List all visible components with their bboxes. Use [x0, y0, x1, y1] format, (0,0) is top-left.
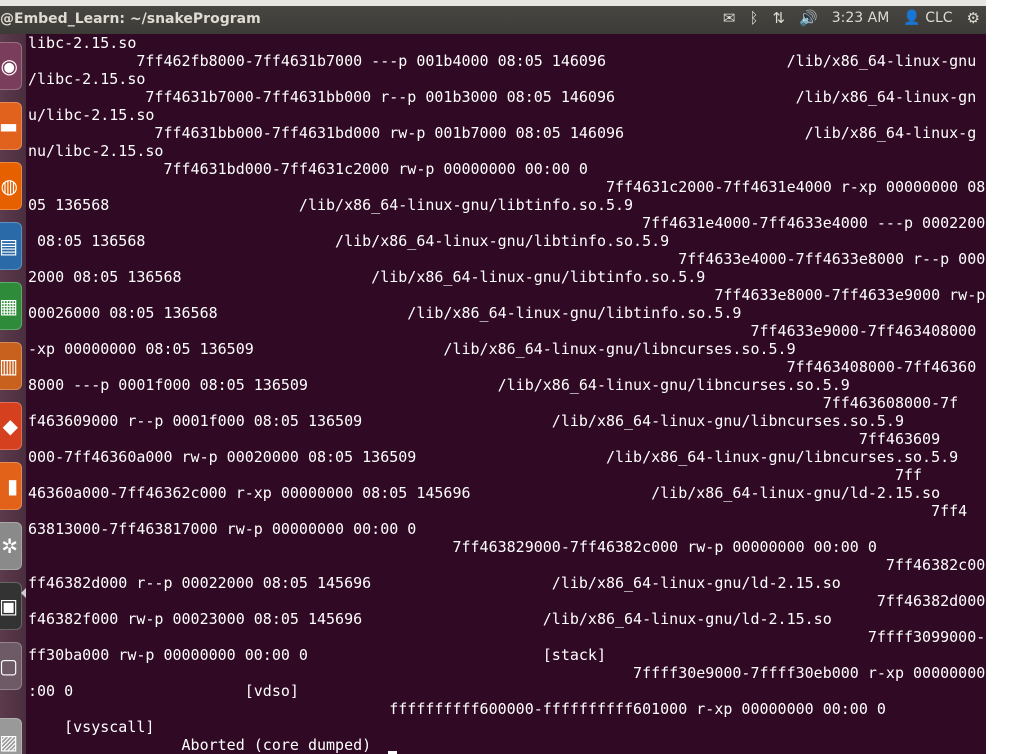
terminal-line: 2000 08:05 136568 /lib/x86_64-linux-gnu/…: [28, 268, 706, 286]
terminal-line: ff30ba000 rw-p 00000000 00:00 0 [stack]: [28, 646, 606, 664]
terminal-line: 7ff4631bd000-7ff4631c2000 rw-p 00000000 …: [28, 160, 588, 178]
terminal-line: Aborted (core dumped): [28, 736, 372, 754]
top-strip: [0, 0, 986, 6]
writer-icon: ▤: [0, 234, 18, 258]
user-name: CLC: [925, 10, 953, 26]
user-menu[interactable]: 👤 CLC: [903, 10, 952, 26]
window-title: @Embed_Learn: ~/snakeProgram: [0, 11, 261, 27]
terminal-line: 7ff463408000-7ff46360: [28, 358, 977, 376]
terminal-icon: ▣: [0, 594, 18, 618]
trash-icon: ▨: [0, 730, 18, 754]
terminal-line: 63813000-7ff463817000 rw-p 00000000 00:0…: [28, 520, 417, 538]
terminal-line: 7ffff3099000-7ff: [28, 628, 986, 646]
terminal-line: f463609000 r--p 0001f000 08:05 136509 /l…: [28, 412, 904, 430]
terminal-line: 7ff4: [28, 502, 968, 520]
terminal-line: ffffffffff600000-ffffffffff601000 r-xp 0…: [28, 700, 886, 718]
calc-icon: ▦: [0, 294, 18, 318]
terminal-line: 7ff4633e4000-7ff4633e8000 r--p 0002: [28, 250, 986, 268]
terminal-line: /libc-2.15.so: [28, 70, 146, 88]
terminal-line: 46360a000-7ff46362c000 r-xp 00000000 08:…: [28, 484, 941, 502]
terminal-line: 08:05 136568 /lib/x86_64-linux-gnu/libti…: [28, 232, 670, 250]
terminal-line: 7ff463608000-7f: [28, 394, 959, 412]
background-pane: [986, 0, 1034, 754]
launcher-item-impress[interactable]: ▥: [0, 342, 22, 390]
terminal-line: [vsyscall]: [28, 718, 155, 736]
volume-icon[interactable]: 🔊: [799, 9, 818, 27]
bluetooth-icon[interactable]: ᛒ: [749, 9, 758, 27]
launcher: ◉ ▬ ◍ ▤ ▦ ▥ ◆ ▮ ✲ ▣ ▢ ▨: [0, 34, 26, 754]
terminal-line: 7ff46382c000-7: [28, 556, 986, 574]
workspaces-icon: ▢: [0, 654, 18, 678]
firefox-icon: ◍: [0, 174, 18, 198]
terminal-line: 7ff46382d000-7f: [28, 592, 986, 610]
network-icon[interactable]: ⇅: [772, 9, 785, 27]
impress-icon: ▥: [0, 354, 18, 378]
files-icon: ▬: [0, 114, 18, 138]
terminal-output: libc-2.15.so 7ff462fb8000-7ff4631b7000 -…: [26, 34, 986, 754]
terminal-line: 7ff: [28, 466, 923, 484]
mail-icon[interactable]: ✉: [723, 9, 736, 27]
terminal-line: u/libc-2.15.so: [28, 106, 155, 124]
terminal-line: :00 0 [vdso]: [28, 682, 299, 700]
clock[interactable]: 3:23 AM: [832, 10, 890, 26]
software-center-icon: ◆: [2, 414, 18, 438]
top-panel: @Embed_Learn: ~/snakeProgram ✉ ᛒ ⇅ 🔊 3:2…: [0, 0, 986, 34]
launcher-item-terminal[interactable]: ▣: [0, 582, 22, 630]
launcher-item-calc[interactable]: ▦: [0, 282, 22, 330]
ubuntu-one-icon: ▮: [6, 474, 18, 498]
launcher-item-dash[interactable]: ◉: [0, 42, 22, 90]
user-icon: 👤: [903, 10, 921, 26]
launcher-item-system-settings[interactable]: ✲: [0, 522, 22, 570]
terminal-line: 7ff4631b7000-7ff4631bb000 r--p 001b3000 …: [28, 88, 977, 106]
terminal-line: 05 136568 /lib/x86_64-linux-gnu/libtinfo…: [28, 196, 634, 214]
terminal-window[interactable]: libc-2.15.so 7ff462fb8000-7ff4631b7000 -…: [26, 34, 986, 754]
launcher-item-files[interactable]: ▬: [0, 102, 22, 150]
terminal-line: 7ff463609: [28, 430, 941, 448]
indicator-area: ✉ ᛒ ⇅ 🔊 3:23 AM 👤 CLC ⚙: [723, 9, 980, 27]
terminal-line: 7ffff30e9000-7ffff30eb000 r-xp 00000000 …: [28, 664, 986, 682]
terminal-line: 7ff462fb8000-7ff4631b7000 ---p 001b4000 …: [28, 52, 977, 70]
terminal-line: libc-2.15.so: [28, 34, 137, 52]
launcher-item-software-center[interactable]: ◆: [0, 402, 22, 450]
terminal-line: -xp 00000000 08:05 136509 /lib/x86_64-li…: [28, 340, 796, 358]
terminal-line: 7ff4633e8000-7ff4633e9000 rw-p: [28, 286, 986, 304]
launcher-item-ubuntu-one[interactable]: ▮: [0, 462, 22, 510]
terminal-line: ff46382d000 r--p 00022000 08:05 145696 /…: [28, 574, 841, 592]
terminal-line: 7ff4631bb000-7ff4631bd000 rw-p 001b7000 …: [28, 124, 977, 142]
terminal-line: 7ff4631e4000-7ff4633e4000 ---p 00022000: [28, 214, 986, 232]
launcher-item-firefox[interactable]: ◍: [0, 162, 22, 210]
terminal-line: f46382f000 rw-p 00023000 08:05 145696 /l…: [28, 610, 832, 628]
launcher-item-workspaces[interactable]: ▢: [0, 642, 22, 690]
terminal-line: 7ff463829000-7ff46382c000 rw-p 00000000 …: [28, 538, 877, 556]
terminal-line: 000-7ff46360a000 rw-p 00020000 08:05 136…: [28, 448, 959, 466]
system-settings-icon: ✲: [1, 534, 18, 558]
dash-icon: ◉: [0, 54, 18, 78]
launcher-item-trash[interactable]: ▨: [0, 718, 22, 754]
settings-icon[interactable]: ⚙: [967, 9, 980, 27]
launcher-item-writer[interactable]: ▤: [0, 222, 22, 270]
terminal-line: 8000 ---p 0001f000 08:05 136509 /lib/x86…: [28, 376, 850, 394]
terminal-line: 7ff4633e9000-7ff463408000 r: [28, 322, 986, 340]
terminal-line: 00026000 08:05 136568 /lib/x86_64-linux-…: [28, 304, 742, 322]
terminal-line: nu/libc-2.15.so: [28, 142, 164, 160]
terminal-line: 7ff4631c2000-7ff4631e4000 r-xp 00000000 …: [28, 178, 986, 196]
